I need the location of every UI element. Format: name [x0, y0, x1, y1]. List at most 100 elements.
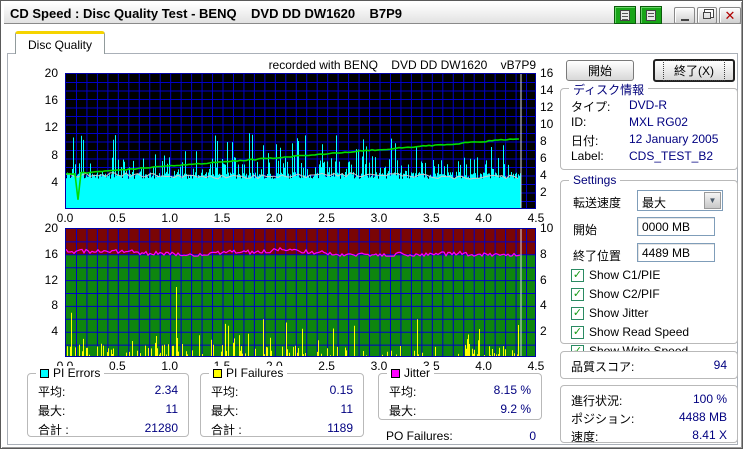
pie-speed-chart: [65, 73, 536, 209]
checkbox-label: Show Jitter: [589, 306, 649, 320]
axis-tick-label: 14: [540, 83, 554, 97]
exit-button[interactable]: 終了(X): [653, 59, 735, 82]
max-value: 9.2 %: [500, 402, 531, 416]
axis-tick-label: 8: [51, 298, 58, 313]
axis-tick-label: 10: [540, 117, 554, 131]
pi-failures-group: PI Failures 平均: 0.15 最大: 11 合計 : 1189: [200, 366, 364, 437]
axis-tick-label: 3.5: [422, 211, 440, 225]
end-position-label: 終了位置: [573, 249, 622, 263]
max-value: 11: [340, 402, 353, 416]
exit-button-label: 終了(X): [663, 60, 725, 81]
position-value: 4488 MB: [678, 410, 727, 424]
app-window: CD Speed : Disc Quality Test - BENQ DVD …: [0, 0, 743, 449]
axis-tick-label: 10: [540, 221, 554, 235]
pi-failures-caption: PI Failures: [209, 366, 288, 380]
axis-tick-label: 0.5: [108, 359, 126, 373]
progress-group: 進行状況: 100 % ポジション: 4488 MB 速度: 8.41 X: [560, 385, 738, 444]
pi-errors-caption: PI Errors: [36, 366, 105, 380]
axis-tick-label: 12: [540, 100, 554, 114]
avg-label: 平均:: [211, 385, 239, 399]
axis-tick-label: 2.0: [265, 211, 283, 225]
disc-info-caption: ディスク情報: [569, 81, 649, 98]
axis-tick-label: 2.5: [318, 211, 335, 225]
checkbox-label: Show C2/PIF: [589, 287, 660, 301]
minimize-icon: [680, 18, 689, 21]
disc-type-label: タイプ:: [571, 100, 611, 114]
axis-tick-label: 8: [540, 134, 547, 148]
pi-errors-swatch: [40, 368, 49, 378]
restore-button[interactable]: [697, 7, 717, 24]
avg-value: 8.15 %: [493, 383, 531, 397]
po-failures-label: PO Failures:: [386, 429, 453, 443]
transfer-speed-label: 転送速度: [573, 196, 622, 210]
axis-tick-label: 1.0: [161, 211, 178, 225]
quality-score-group: 品質スコア: 94: [560, 351, 738, 379]
axis-tick-label: 3.0: [370, 211, 388, 225]
end-position-input[interactable]: 4489 MB: [637, 243, 715, 262]
avg-value: 0.15: [329, 383, 353, 397]
disc-date-value: 12 January 2005: [629, 132, 719, 146]
axis-tick-label: 8: [540, 246, 547, 261]
axis-tick-label: 4: [540, 168, 547, 182]
speed-label: 速度:: [571, 430, 599, 444]
po-failures-row: PO Failures: 0: [386, 429, 536, 443]
start-button-label: 開始: [587, 64, 612, 78]
po-failures-value: 0: [529, 429, 536, 443]
axis-tick-label: 2: [540, 324, 547, 339]
axis-tick-label: 4: [51, 324, 58, 339]
disc-date-label: 日付:: [571, 134, 599, 148]
chevron-down-icon[interactable]: ▼: [704, 192, 721, 209]
checkbox-show-read-speed[interactable]: ✓ Show Read Speed: [571, 325, 689, 339]
axis-tick-label: 4: [51, 174, 58, 189]
max-label: 最大:: [211, 404, 239, 418]
axis-tick-label: 12: [44, 272, 58, 287]
document-glyph: [620, 10, 630, 21]
drive-icon[interactable]: [640, 6, 662, 24]
axis-tick-label: 1.0: [161, 359, 178, 373]
checkbox-icon: ✓: [571, 306, 584, 320]
disc-info-group: ディスク情報 タイプ: DVD-R ID: MXL RG02 日付: 12 Janua…: [560, 81, 738, 170]
tab-disc-quality[interactable]: Disc Quality: [15, 31, 105, 54]
speed-value: 8.41 X: [692, 428, 727, 442]
transfer-speed-select[interactable]: 最大 ▼: [637, 190, 723, 211]
start-position-label: 開始: [573, 223, 598, 237]
axis-tick-label: 16: [44, 93, 58, 108]
checkbox-icon: ✓: [571, 325, 584, 339]
disc-id-label: ID:: [571, 115, 587, 129]
settings-caption: Settings: [569, 173, 621, 187]
tab-label: Disc Quality: [27, 38, 92, 52]
axis-tick-label: 4.5: [527, 359, 545, 373]
axis-tick-label: 20: [44, 221, 58, 235]
disc-id-value: MXL RG02: [629, 115, 688, 129]
title-bar[interactable]: CD Speed : Disc Quality Test - BENQ DVD …: [4, 3, 741, 24]
jitter-caption: Jitter: [387, 366, 435, 380]
report-icon[interactable]: [614, 6, 636, 24]
axis-tick-label: 6: [540, 272, 547, 287]
checkbox-show-c1-pie[interactable]: ✓ Show C1/PIE: [571, 268, 660, 282]
axis-tick-label: 20: [44, 66, 58, 80]
max-label: 最大:: [389, 404, 417, 418]
total-value: 21280: [144, 421, 178, 435]
axis-tick-label: 2: [540, 185, 547, 199]
start-button[interactable]: 開始: [566, 60, 634, 81]
checkbox-show-jitter[interactable]: ✓ Show Jitter: [571, 306, 648, 320]
progress-label: 進行状況:: [571, 394, 623, 408]
position-label: ポジション:: [571, 412, 635, 426]
total-label: 合計 :: [38, 423, 69, 437]
close-button[interactable]: ✕: [719, 7, 741, 24]
pi-errors-group: PI Errors 平均: 2.34 最大: 11 合計 : 21280: [27, 366, 189, 437]
checkbox-show-c2-pif[interactable]: ✓ Show C2/PIF: [571, 287, 660, 301]
pif-jitter-chart: [65, 228, 536, 357]
start-position-input[interactable]: 0000 MB: [637, 217, 715, 236]
minimize-button[interactable]: [674, 7, 695, 24]
total-value: 1189: [327, 421, 353, 435]
disc-type-value: DVD-R: [629, 98, 667, 112]
axis-tick-label: 1.5: [213, 211, 231, 225]
axis-tick-label: 2.5: [318, 359, 335, 373]
axis-tick-label: 16: [44, 246, 58, 261]
jitter-swatch: [391, 368, 400, 378]
quality-score-label: 品質スコア:: [571, 360, 635, 374]
drive-glyph: [646, 10, 656, 21]
axis-tick-label: 4.0: [475, 211, 492, 225]
total-label: 合計 :: [211, 423, 242, 437]
